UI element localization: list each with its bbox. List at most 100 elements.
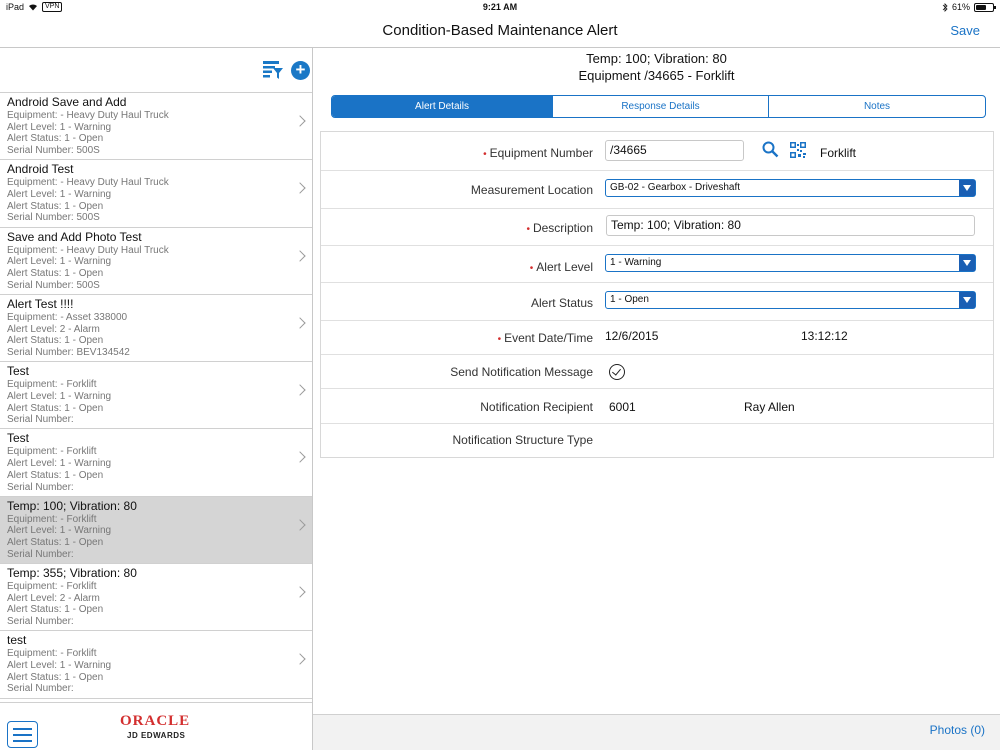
- list-item-alert-level: Alert Level: 2 - Alarm: [7, 592, 100, 604]
- measurement-location-select[interactable]: GB-02 - Gearbox - Driveshaft: [605, 179, 976, 197]
- list-item-alert-status: Alert Status: 1 - Open: [7, 133, 104, 145]
- oracle-logo: ORACLE: [120, 713, 191, 729]
- alert-status-select[interactable]: 1 - Open: [605, 291, 976, 309]
- list-item[interactable]: Temp: 100; Vibration: 80 Equipment: - For…: [0, 496, 312, 565]
- list-item-equipment: Equipment: - Forklift: [7, 379, 97, 391]
- list-item-equipment: Equipment: - Forklift: [7, 581, 97, 593]
- detail-title-line1: Temp: 100; Vibration: 80: [586, 51, 727, 66]
- send-notification-row: Send Notification Message: [321, 355, 993, 389]
- list-item-serial-number: Serial Number:: [7, 548, 74, 560]
- chevron-down-icon: [959, 255, 975, 271]
- list-item-title: Android Save and Add: [7, 95, 127, 109]
- alert-status-label: Alert Status: [530, 296, 593, 310]
- notification-recipient-row: Notification Recipient 6001 Ray Allen: [321, 389, 993, 424]
- equipment-description: Forklift: [820, 146, 856, 160]
- required-marker: •: [526, 224, 530, 235]
- list-item-alert-status: Alert Status: 1 - Open: [7, 469, 104, 481]
- list-item-serial-number: Serial Number: 500S: [7, 145, 100, 157]
- list-item-serial-number: Serial Number: BEV134542: [7, 347, 130, 358]
- event-time-field[interactable]: 13:12:12: [801, 329, 848, 343]
- photos-button[interactable]: Photos (0): [930, 723, 985, 737]
- alert-details-form: • Equipment Number /34665 Forklift Measur…: [320, 131, 994, 458]
- description-field[interactable]: Temp: 100; Vibration: 80: [606, 215, 975, 236]
- alert-level-row: • Alert Level 1 - Warning: [321, 246, 993, 283]
- list-item-title: test: [7, 633, 27, 648]
- list-item[interactable]: Save and Add Photo Test Equipment: - Heav…: [0, 228, 312, 295]
- list-item[interactable]: Test Equipment: - Forklift Alert Level: 1 …: [0, 429, 312, 497]
- list-item-serial-number: Serial Number:: [7, 414, 74, 426]
- list-item-alert-level: Alert Level: 1 - Warning: [7, 390, 112, 402]
- list-item[interactable]: Android Test Equipment: - Heavy Duty Haul…: [0, 160, 312, 228]
- list-item-alert-level: Alert Level: 1 - Warning: [7, 525, 112, 537]
- tab-notes[interactable]: Notes: [769, 96, 985, 117]
- list-item-equipment: Equipment: - Asset 338000: [7, 311, 128, 323]
- alert-list-panel: + Android Save and Add Equipment: - Heavy…: [0, 48, 313, 750]
- send-notification-checkbox[interactable]: [609, 364, 625, 380]
- list-item-serial-number: Serial Number: 500S: [7, 279, 100, 291]
- list-item-equipment: Equipment: - Heavy Duty Haul Truck: [7, 177, 169, 189]
- notification-recipient-field[interactable]: 6001: [609, 400, 636, 414]
- send-notification-label: Send Notification Message: [450, 365, 593, 379]
- detail-title-line2: Equipment /34665 - Forklift: [578, 68, 735, 83]
- barcode-scan-icon[interactable]: [790, 142, 806, 158]
- list-item-title: Temp: 100; Vibration: 80: [7, 498, 137, 513]
- description-row: • Description Temp: 100; Vibration: 80: [321, 209, 993, 246]
- list-item-alert-level: Alert Level: 1 - Warning: [7, 121, 112, 133]
- notification-recipient-name: Ray Allen: [744, 400, 795, 414]
- list-item-alert-status: Alert Status: 1 - Open: [7, 268, 104, 279]
- alert-level-select[interactable]: 1 - Warning: [605, 254, 976, 272]
- chevron-down-icon: [959, 180, 975, 196]
- list-item[interactable]: Temp: 355; Vibration: 80 Equipment: - For…: [0, 564, 312, 632]
- required-marker: •: [529, 263, 534, 274]
- list-item-serial-number: Serial Number:: [7, 683, 74, 695]
- list-item-title: Test: [7, 364, 30, 379]
- menu-icon[interactable]: [7, 721, 38, 748]
- search-icon[interactable]: [762, 141, 779, 158]
- list-item-title: Temp: 355; Vibration: 80: [7, 566, 137, 581]
- filter-icon[interactable]: [262, 60, 284, 80]
- measurement-location-label: Measurement Location: [470, 183, 593, 197]
- list-item-alert-status: Alert Status: 1 - Open: [7, 604, 104, 616]
- notification-structure-label: Notification Structure Type: [452, 433, 593, 447]
- alert-level-value: 1 - Warning: [610, 257, 662, 268]
- list-item[interactable]: test Equipment: - Forklift Alert Level: 1 …: [0, 631, 312, 699]
- battery-fill: [976, 4, 986, 10]
- list-item-title: Alert Test !!!!: [7, 296, 74, 311]
- alert-detail-panel: Temp: 100; Vibration: 80 Equipment /3466…: [313, 48, 1000, 750]
- status-bar: iPad VPN 9:21 AM 61%: [0, 0, 1000, 14]
- tab-alert-details[interactable]: Alert Details: [332, 96, 553, 117]
- measurement-location-row: Measurement Location GB-02 - Gearbox - D…: [321, 171, 993, 209]
- chevron-down-icon: [959, 292, 975, 308]
- list-item-alert-status: Alert Status: 1 - Open: [7, 671, 104, 683]
- add-icon[interactable]: +: [291, 61, 310, 80]
- list-item-serial-number: Serial Number:: [7, 481, 74, 493]
- alert-status-row: Alert Status 1 - Open: [321, 283, 993, 321]
- event-date-field[interactable]: 12/6/2015: [605, 329, 658, 343]
- list-item[interactable]: Test Equipment: - Forklift Alert Level: 1 …: [0, 362, 312, 430]
- equipment-number-field[interactable]: /34665: [605, 140, 744, 161]
- list-item-alert-status: Alert Status: 1 - Open: [7, 200, 104, 212]
- tab-response-details[interactable]: Response Details: [553, 96, 769, 117]
- list-item-title: Save and Add Photo Test: [7, 229, 142, 244]
- required-marker: •: [483, 149, 487, 160]
- notification-structure-row: Notification Structure Type: [321, 424, 993, 457]
- event-datetime-row: • Event Date/Time 12/6/2015 13:12:12: [321, 321, 993, 355]
- event-datetime-label: • Event Date/Time: [497, 331, 593, 345]
- alert-status-value: 1 - Open: [610, 294, 649, 305]
- list-toolbar: +: [0, 48, 312, 93]
- right-footer: Photos (0): [313, 714, 1000, 750]
- measurement-location-value: GB-02 - Gearbox - Driveshaft: [610, 182, 741, 193]
- page-title: Condition-Based Maintenance Alert: [382, 22, 618, 39]
- list-item-title: Test: [7, 431, 30, 446]
- battery-icon: [974, 2, 996, 12]
- left-footer: ORACLE JD EDWARDS: [0, 702, 312, 750]
- list-item-serial-number: Serial Number: 500S: [7, 212, 100, 224]
- list-item-equipment: Equipment: - Forklift: [7, 446, 97, 458]
- list-item-alert-level: Alert Level: 1 - Warning: [7, 256, 112, 268]
- description-label: • Description: [526, 221, 593, 235]
- list-item-alert-level: Alert Level: 1 - Warning: [7, 660, 112, 672]
- list-item[interactable]: Alert Test !!!! Equipment: - Asset 338000…: [0, 295, 312, 363]
- list-item[interactable]: Android Save and Add Equipment: - Heavy D…: [0, 93, 312, 161]
- navigation-header: Condition-Based Maintenance Alert Save: [0, 14, 1000, 48]
- save-button[interactable]: Save: [950, 23, 980, 38]
